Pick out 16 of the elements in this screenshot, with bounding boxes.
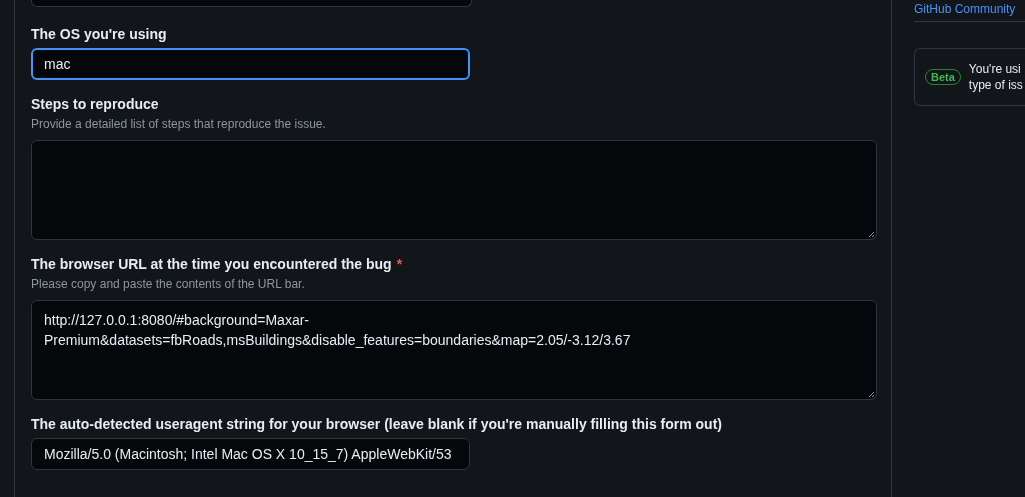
required-mark: *	[396, 256, 403, 272]
community-link[interactable]: GitHub Community	[914, 0, 1025, 22]
input-field[interactable]: Mozilla/5.0 (Macintosh; Intel Mac OS X 10_15_7) AppleWebKit/53	[31, 438, 470, 470]
callout-text: You're usi	[968, 61, 1022, 77]
input-field[interactable]: mac	[31, 48, 470, 80]
resize-handle-icon[interactable]	[867, 230, 875, 238]
field-label: The auto-detected useragent string for your browser (leave blank if you're manually filling this form out)	[31, 416, 722, 432]
callout-text: type of iss	[968, 77, 1023, 93]
field-label: The OS you're using	[31, 26, 167, 42]
help-text: Please copy and paste the contents of the URL bar.	[31, 277, 306, 291]
field-label: Steps to reproduce	[31, 96, 159, 112]
resize-handle-icon[interactable]	[867, 390, 875, 398]
textarea-field[interactable]	[31, 140, 877, 240]
textarea-field[interactable]: http://127.0.0.1:8080/#background=Maxar-Premium&datasets=fbRoads,msBuildings&disable_features=boundaries&map=2.05/-3.12/3.67	[31, 300, 877, 400]
help-text: Provide a detailed list of steps that reproduce the issue.	[31, 117, 327, 131]
field-label: The browser URL at the time you encountered the bug	[31, 256, 392, 272]
